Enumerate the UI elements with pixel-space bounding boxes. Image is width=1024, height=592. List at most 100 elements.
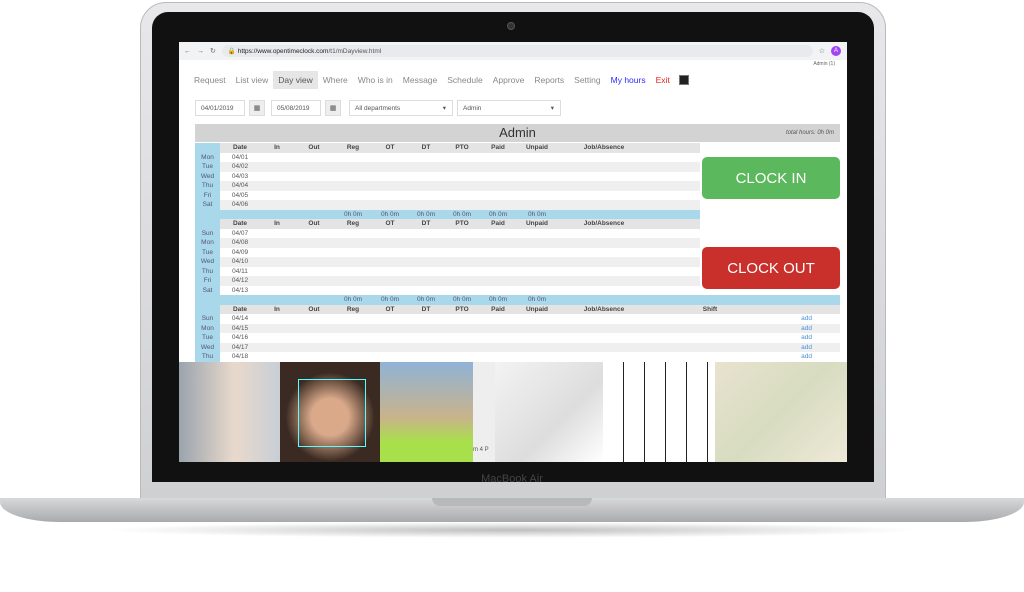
back-icon[interactable]: ← <box>184 48 191 55</box>
column-header: Unpaid <box>525 305 549 313</box>
laptop-notch <box>432 498 592 506</box>
column-header: DT <box>421 144 431 151</box>
table-row: Wed 04/03 <box>195 171 700 181</box>
photo-webcam <box>179 362 280 462</box>
total-cell: 0h 0m <box>380 296 400 303</box>
row-cells: 04/13 <box>220 285 700 295</box>
department-select[interactable]: All departments ▾ <box>349 100 453 116</box>
week-table: Date In Out Reg OT DT PTO Paid Unpaid Job/Absence… <box>195 219 700 305</box>
row-cells: 04/06 <box>220 200 700 210</box>
end-date-input[interactable]: 05/08/2019 <box>271 100 321 116</box>
week-table: Date In Out Reg OT DT PTO Paid Unpaid Job/Absence… <box>195 304 840 362</box>
column-header: Reg <box>346 144 360 151</box>
table-header: Date In Out Reg OT DT PTO Paid Unpaid Job/Absence <box>195 143 700 153</box>
column-header: PTO <box>455 305 469 313</box>
date-cell: 04/02 <box>231 163 249 170</box>
day-name: Thu <box>195 266 220 276</box>
nav-where[interactable]: Where <box>318 71 353 89</box>
nav-reports[interactable]: Reports <box>529 71 569 89</box>
total-hours: total hours: 0h 0m <box>785 130 834 136</box>
url-host: https://www.opentimeclock.com <box>237 47 329 55</box>
column-header: OT <box>385 144 395 151</box>
table-row: Wed 04/17 add <box>195 342 840 353</box>
total-cell: 0h 0m <box>416 210 436 218</box>
table-row: Thu 04/18 add <box>195 352 840 362</box>
total-cell: 0h 0m <box>343 210 363 218</box>
department-value: All departments <box>355 104 401 112</box>
browser-bar: ← → ↻ 🔒 https://www.opentimeclock.com/t1… <box>179 42 847 60</box>
nav-who-is-in[interactable]: Who is in <box>353 71 398 89</box>
nav-exit[interactable]: Exit <box>651 71 675 89</box>
table-header: Date In Out Reg OT DT PTO Paid Unpaid Job/Absence <box>195 219 700 229</box>
employee-select[interactable]: Admin ▾ <box>457 100 561 116</box>
add-link[interactable]: add <box>260 333 840 343</box>
start-date-input[interactable]: 04/01/2019 <box>195 100 245 116</box>
calendar-icon[interactable]: ▦ <box>249 100 265 116</box>
day-header <box>195 219 220 229</box>
date-cell: 04/04 <box>231 182 249 189</box>
date-cell: 04/14 <box>231 315 249 322</box>
column-header: DT <box>421 220 431 227</box>
nav-request[interactable]: Request <box>189 71 231 89</box>
star-icon[interactable]: ☆ <box>819 47 825 55</box>
column-header: Job/Absence <box>583 144 625 151</box>
forward-icon[interactable]: → <box>197 48 204 55</box>
date-cell: 04/08 <box>231 239 249 246</box>
clock-out-button[interactable]: CLOCK OUT <box>702 247 840 289</box>
main-nav: Request List view Day view Where Who is in Me… <box>189 70 689 90</box>
date-cell: 04/03 <box>231 172 249 180</box>
header-cells: Date In Out Reg OT DT PTO Paid Unpaid Job/Absence <box>220 219 700 229</box>
add-link[interactable]: add <box>260 324 840 334</box>
table-row: Sun 04/14 add <box>195 314 840 324</box>
nav-list-view[interactable]: List view <box>231 71 274 89</box>
nav-message[interactable]: Message <box>398 71 443 89</box>
column-header: OT <box>385 220 395 227</box>
table-row: Sun 04/07 <box>195 228 700 238</box>
date-cell: 04/12 <box>231 277 249 284</box>
total-cell: 0h 0m <box>527 210 547 218</box>
url-field[interactable]: 🔒 https://www.opentimeclock.com/t1/mDayv… <box>221 45 813 57</box>
nav-approve[interactable]: Approve <box>488 71 530 89</box>
day-name: Fri <box>195 276 220 286</box>
column-header: In <box>274 144 280 151</box>
day-name: Mon <box>195 323 220 333</box>
day-name: Wed <box>195 342 220 352</box>
column-header: Shift <box>702 305 718 313</box>
day-name: Mon <box>195 152 220 162</box>
avatar[interactable]: A <box>831 46 841 56</box>
report-name: Admin <box>499 125 536 140</box>
row-cells: 04/04 <box>220 181 700 191</box>
column-header: Date <box>232 144 248 151</box>
date-cell: 04/01 <box>231 153 249 161</box>
laptop-shadow <box>100 522 924 538</box>
face-scan-frame <box>298 379 366 447</box>
day-name: Wed <box>195 257 220 267</box>
total-cell: 0h 0m <box>488 296 508 303</box>
column-header: Unpaid <box>525 144 549 151</box>
nav-schedule[interactable]: Schedule <box>442 71 487 89</box>
week-table: Date In Out Reg OT DT PTO Paid Unpaid Job/Absence… <box>195 143 700 219</box>
header-cells: Date In Out Reg OT DT PTO Paid Unpaid Job/Absence <box>220 143 700 153</box>
day-name: Sun <box>195 314 220 324</box>
clock-in-button[interactable]: CLOCK IN <box>702 157 840 199</box>
row-cells: 04/14 add <box>220 314 840 324</box>
reload-icon[interactable]: ↻ <box>210 47 216 55</box>
add-link[interactable]: add <box>260 343 840 353</box>
total-cell: 0h 0m <box>343 296 363 303</box>
column-header: PTO <box>455 144 469 151</box>
column-header: Paid <box>491 305 505 313</box>
table-row: Mon 04/15 add <box>195 323 840 334</box>
row-cells: 04/15 add <box>220 323 840 334</box>
partial-text: m 4 P <box>473 447 489 453</box>
nav-setting[interactable]: Setting <box>569 71 605 89</box>
column-header: Out <box>308 305 320 313</box>
table-row: Mon 04/01 <box>195 152 700 162</box>
column-header: Paid <box>491 144 505 151</box>
nav-my-hours[interactable]: My hours <box>606 71 651 89</box>
grid-icon[interactable] <box>678 75 689 85</box>
nav-day-view[interactable]: Day view <box>273 71 318 89</box>
photo-schedule-calendar <box>603 362 715 462</box>
add-link[interactable]: add <box>260 352 840 362</box>
calendar-icon[interactable]: ▦ <box>325 100 341 116</box>
add-link[interactable]: add <box>260 314 840 324</box>
